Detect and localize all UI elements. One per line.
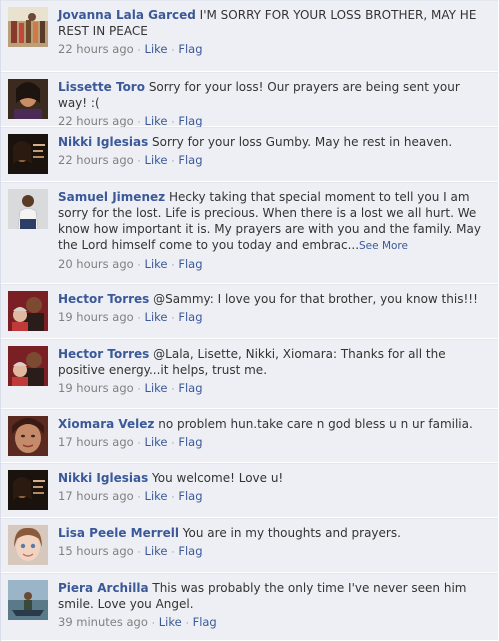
comment-time: 15 hours ago xyxy=(58,544,134,558)
separator-dot: · xyxy=(151,619,155,629)
flag-link[interactable]: Flag xyxy=(178,153,202,167)
avatar[interactable] xyxy=(8,416,48,456)
separator-dot: · xyxy=(137,493,141,503)
avatar-hector-image xyxy=(8,291,48,331)
avatar-jovanna-image xyxy=(8,7,48,47)
separator-dot: · xyxy=(171,493,175,503)
comment-time: 17 hours ago xyxy=(58,489,134,503)
comment-time: 19 hours ago xyxy=(58,310,134,324)
comment-time: 22 hours ago xyxy=(58,114,134,128)
separator-dot: · xyxy=(137,314,141,324)
like-link[interactable]: Like xyxy=(145,435,168,449)
comment-time: 22 hours ago xyxy=(58,42,134,56)
flag-link[interactable]: Flag xyxy=(193,615,217,629)
separator-dot: · xyxy=(171,46,175,56)
comment-author[interactable]: Hector Torres xyxy=(58,347,149,361)
avatar-piera-image xyxy=(8,580,48,620)
see-more-link[interactable]: See More xyxy=(359,240,408,252)
comment-text: You are in my thoughts and prayers. xyxy=(182,526,401,540)
avatar-xiomara-image xyxy=(8,416,48,456)
comment-item: Samuel Jimenez Hecky taking that special… xyxy=(1,182,498,284)
avatar-nikki-image xyxy=(8,134,48,174)
comment-feed: Jovanna Lala Garced I'M SORRY FOR YOUR L… xyxy=(0,0,498,641)
avatar[interactable] xyxy=(8,346,48,386)
separator-dot: · xyxy=(137,439,141,449)
like-link[interactable]: Like xyxy=(145,114,168,128)
comment-time: 22 hours ago xyxy=(58,153,134,167)
like-link[interactable]: Like xyxy=(145,257,168,271)
comment-item: Nikki Iglesias You welcome! Love u! 17 h… xyxy=(1,463,498,518)
avatar[interactable] xyxy=(8,189,48,229)
comment-item: Nikki Iglesias Sorry for your loss Gumby… xyxy=(1,127,498,182)
comment-time: 19 hours ago xyxy=(58,381,134,395)
separator-dot: · xyxy=(137,46,141,56)
comment-author[interactable]: Lissette Toro xyxy=(58,80,145,94)
flag-link[interactable]: Flag xyxy=(178,42,202,56)
separator-dot: · xyxy=(171,548,175,558)
like-link[interactable]: Like xyxy=(159,615,182,629)
comment-author[interactable]: Nikki Iglesias xyxy=(58,471,148,485)
comment-author[interactable]: Xiomara Velez xyxy=(58,417,154,431)
comment-time: 20 hours ago xyxy=(58,257,134,271)
comment-item: Lissette Toro Sorry for your loss! Our p… xyxy=(1,72,498,128)
separator-dot: · xyxy=(185,619,189,629)
like-link[interactable]: Like xyxy=(145,544,168,558)
avatar-lissette-image xyxy=(8,79,48,119)
comment-text: Sorry for your loss Gumby. May he rest i… xyxy=(152,135,453,149)
like-link[interactable]: Like xyxy=(145,310,168,324)
flag-link[interactable]: Flag xyxy=(178,544,202,558)
comment-item: Hector Torres @Lala, Lisette, Nikki, Xio… xyxy=(1,339,498,409)
comment-author[interactable]: Hector Torres xyxy=(58,292,149,306)
separator-dot: · xyxy=(171,385,175,395)
avatar-samuel-image xyxy=(8,189,48,229)
comment-item: Hector Torres @Sammy: I love you for tha… xyxy=(1,284,498,339)
like-link[interactable]: Like xyxy=(145,42,168,56)
comment-time: 17 hours ago xyxy=(58,435,134,449)
comment-author[interactable]: Jovanna Lala Garced xyxy=(58,8,196,22)
avatar[interactable] xyxy=(8,134,48,174)
comment-author[interactable]: Nikki Iglesias xyxy=(58,135,148,149)
comment-author[interactable]: Samuel Jimenez xyxy=(58,190,165,204)
flag-link[interactable]: Flag xyxy=(178,489,202,503)
flag-link[interactable]: Flag xyxy=(178,257,202,271)
comment-author[interactable]: Lisa Peele Merrell xyxy=(58,526,179,540)
comment-item: Lisa Peele Merrell You are in my thought… xyxy=(1,518,498,573)
separator-dot: · xyxy=(171,157,175,167)
comment-text: You welcome! Love u! xyxy=(152,471,284,485)
separator-dot: · xyxy=(137,261,141,271)
avatar[interactable] xyxy=(8,79,48,119)
flag-link[interactable]: Flag xyxy=(178,381,202,395)
like-link[interactable]: Like xyxy=(145,489,168,503)
comment-item: Jovanna Lala Garced I'M SORRY FOR YOUR L… xyxy=(1,0,498,72)
avatar[interactable] xyxy=(8,580,48,620)
separator-dot: · xyxy=(137,548,141,558)
comment-text: no problem hun.take care n god bless u n… xyxy=(158,417,473,431)
like-link[interactable]: Like xyxy=(145,381,168,395)
separator-dot: · xyxy=(171,439,175,449)
avatar[interactable] xyxy=(8,7,48,47)
flag-link[interactable]: Flag xyxy=(178,114,202,128)
avatar-hector-image xyxy=(8,346,48,386)
separator-dot: · xyxy=(171,261,175,271)
avatar[interactable] xyxy=(8,291,48,331)
like-link[interactable]: Like xyxy=(145,153,168,167)
separator-dot: · xyxy=(171,314,175,324)
flag-link[interactable]: Flag xyxy=(178,435,202,449)
avatar[interactable] xyxy=(8,470,48,510)
avatar[interactable] xyxy=(8,525,48,565)
avatar-lisa-image xyxy=(8,525,48,565)
comment-item: Xiomara Velez no problem hun.take care n… xyxy=(1,409,498,463)
avatar-nikki-image xyxy=(8,470,48,510)
comment-item: Piera Archilla This was probably the onl… xyxy=(1,573,498,641)
flag-link[interactable]: Flag xyxy=(178,310,202,324)
comment-time: 39 minutes ago xyxy=(58,615,148,629)
separator-dot: · xyxy=(137,385,141,395)
comment-author[interactable]: Piera Archilla xyxy=(58,581,149,595)
comment-text: @Sammy: I love you for that brother, you… xyxy=(153,292,478,306)
separator-dot: · xyxy=(137,157,141,167)
